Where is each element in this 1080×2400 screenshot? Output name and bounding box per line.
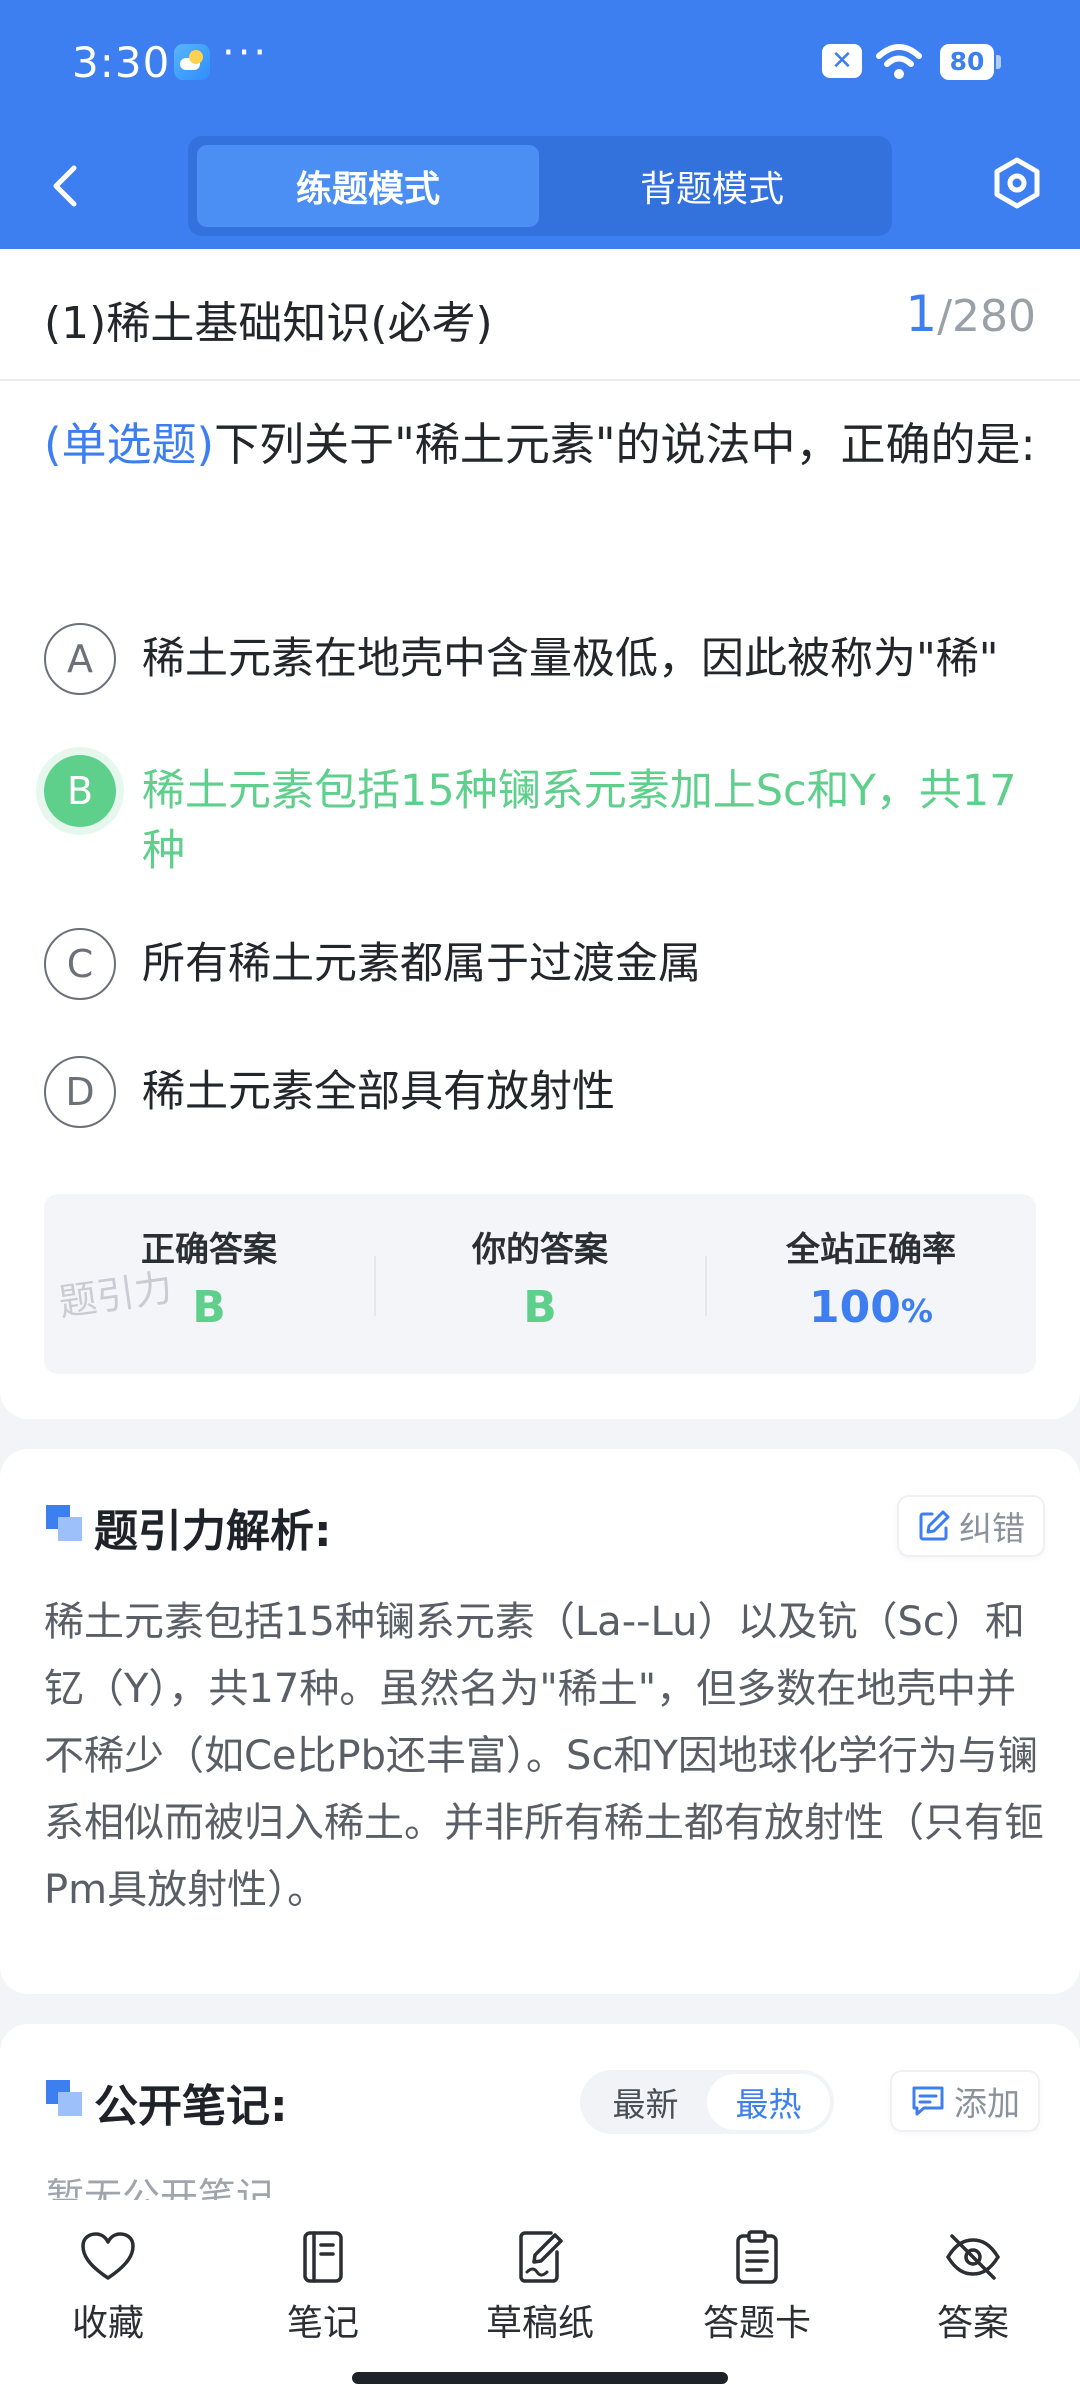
header: 3:30 ··· ✕ 80 练题模式 背题模式 [0, 0, 1080, 249]
status-bar: 3:30 ··· ✕ 80 [0, 0, 1080, 120]
total-questions: /280 [937, 291, 1036, 342]
option-letter: C [44, 928, 116, 1000]
tab-answer-card[interactable]: 答题卡 [682, 2230, 832, 2350]
correct-answer-label: 正确答案 [141, 1230, 277, 1270]
tab-label: 草稿纸 [485, 2303, 594, 2344]
question-card: (单选题)下列关于"稀土元素"的说法中，正确的是: A 稀土元素在地壳中含量极低… [0, 381, 1080, 1419]
add-note-label: 添加 [954, 2084, 1020, 2123]
answer-card-icon [736, 2230, 778, 2284]
analysis-card: 题引力解析: 纠错 稀土元素包括15种镧系元素（La--Lu）以及钪（Sc）和钇… [0, 1449, 1080, 1994]
edit-icon [919, 1510, 950, 1541]
option-letter: A [44, 623, 116, 695]
tab-label: 笔记 [286, 2303, 359, 2344]
accuracy-value: 100% [706, 1282, 1036, 1333]
notes-title: 公开笔记: [94, 2081, 288, 2132]
accuracy-number: 100 [809, 1282, 901, 1333]
option-text: 稀土元素包括15种镧系元素加上Sc和Y，共17种 [142, 766, 1017, 876]
option-a[interactable]: A 稀土元素在地壳中含量极低，因此被称为"稀" [44, 623, 1044, 695]
tab-memorize-mode[interactable]: 背题模式 [541, 145, 883, 227]
sort-hot[interactable]: 最热 [707, 2074, 830, 2130]
your-answer-stat: 你的答案 B [375, 1194, 705, 1374]
more-notifications-icon: ··· [222, 30, 270, 76]
tab-practice-mode[interactable]: 练题模式 [197, 145, 539, 227]
bottom-toolbar: 收藏 笔记 草稿纸 答题卡 答案 [0, 2200, 1080, 2400]
question-text: 下列关于"稀土元素"的说法中，正确的是: [214, 418, 1036, 471]
question-stem: (单选题)下列关于"稀土元素"的说法中，正确的是: [44, 401, 1036, 489]
current-question-number: 1 [905, 285, 938, 343]
answer-stats: 正确答案 B 题引力 你的答案 B 全站正确率 100% [44, 1194, 1036, 1374]
tab-notes[interactable]: 笔记 [248, 2230, 398, 2350]
weather-app-icon [174, 44, 210, 80]
wifi-icon [876, 44, 922, 79]
notebook-icon [303, 2231, 343, 2283]
eye-off-icon [945, 2234, 1001, 2280]
your-answer-value: B [523, 1282, 557, 1333]
add-note-button[interactable]: 添加 [890, 2070, 1040, 2132]
tab-label: 收藏 [71, 2303, 144, 2344]
question-progress: 1/280 [905, 285, 1036, 343]
home-indicator[interactable] [352, 2372, 728, 2384]
status-time: 3:30 [72, 38, 171, 87]
report-error-label: 纠错 [959, 1509, 1025, 1548]
heart-icon [81, 2232, 135, 2280]
option-text: 所有稀土元素都属于过渡金属 [142, 939, 701, 989]
comment-add-icon [912, 2086, 944, 2116]
question-type: (单选题) [44, 418, 215, 471]
sort-latest[interactable]: 最新 [584, 2074, 707, 2130]
tab-answer[interactable]: 答案 [898, 2230, 1048, 2350]
option-text: 稀土元素在地壳中含量极低，因此被称为"稀" [142, 634, 999, 684]
section-icon [46, 2080, 84, 2118]
tab-favorite[interactable]: 收藏 [33, 2230, 183, 2350]
accuracy-stat: 全站正确率 100% [706, 1194, 1036, 1374]
accuracy-label: 全站正确率 [786, 1230, 956, 1270]
option-c[interactable]: C 所有稀土元素都属于过渡金属 [44, 928, 1044, 1000]
tab-label: 答题卡 [702, 2303, 811, 2344]
settings-icon[interactable] [990, 156, 1044, 210]
analysis-text: 稀土元素包括15种镧系元素（La--Lu）以及钪（Sc）和钇（Y），共17种。虽… [44, 1599, 1044, 1913]
chapter-bar: (1)稀土基础知识(必考) 1/280 [0, 249, 1080, 381]
analysis-title: 题引力解析: [94, 1506, 332, 1557]
accuracy-unit: % [900, 1292, 933, 1330]
option-b[interactable]: B 稀土元素包括15种镧系元素加上Sc和Y，共17种 [44, 755, 1044, 881]
option-text: 稀土元素全部具有放射性 [142, 1067, 615, 1117]
section-icon [46, 1505, 84, 1543]
back-button[interactable] [44, 158, 84, 214]
sim-off-icon: ✕ [822, 44, 862, 78]
option-d[interactable]: D 稀土元素全部具有放射性 [44, 1056, 1044, 1128]
notes-sort-toggle: 最新 最热 [580, 2070, 834, 2134]
option-letter: D [44, 1056, 116, 1128]
tab-label: 答案 [936, 2303, 1009, 2344]
draft-icon [519, 2231, 563, 2283]
battery-icon: 80 [940, 44, 1001, 80]
chevron-left-icon [53, 165, 77, 207]
option-letter: B [44, 755, 116, 827]
report-error-button[interactable]: 纠错 [897, 1495, 1045, 1557]
your-answer-label: 你的答案 [472, 1230, 608, 1270]
tab-draft[interactable]: 草稿纸 [465, 2230, 615, 2350]
chapter-title: (1)稀土基础知识(必考) [44, 298, 493, 349]
mode-switch: 练题模式 背题模式 [188, 136, 892, 236]
